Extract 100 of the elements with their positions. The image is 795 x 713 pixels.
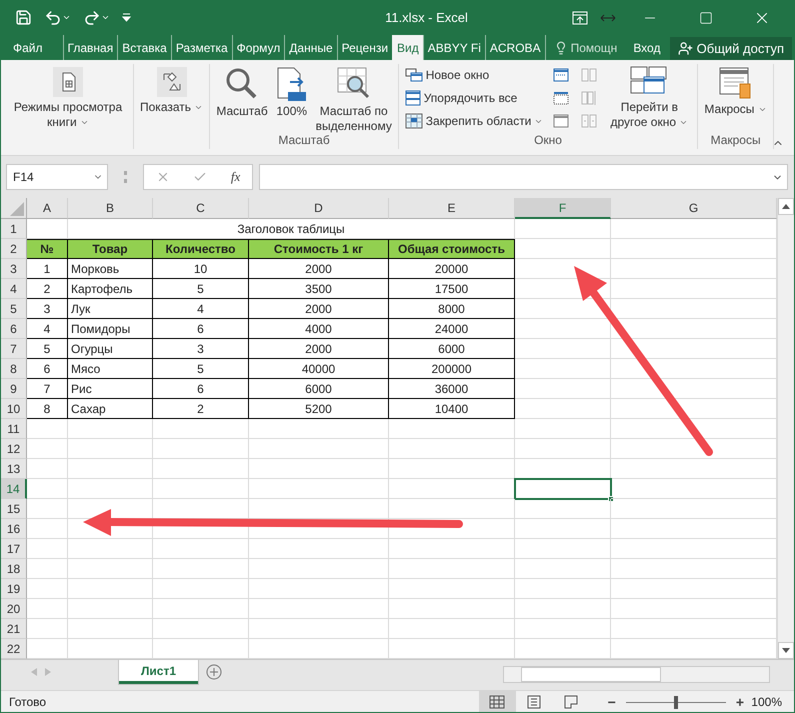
row-header[interactable]: 16 — [1, 519, 27, 539]
grid-cell[interactable] — [68, 599, 153, 619]
row-header[interactable]: 18 — [1, 559, 27, 579]
ribbon-button[interactable]: Перейти в другое окно — [605, 64, 694, 132]
row-header[interactable]: 7 — [1, 339, 27, 359]
sign-in-link[interactable]: Вход — [625, 35, 668, 60]
grid-cell[interactable] — [249, 419, 389, 439]
grid-cell[interactable] — [27, 539, 68, 559]
row-header[interactable]: 20 — [1, 599, 27, 619]
row-header[interactable]: 11 — [1, 419, 27, 439]
insert-function-button[interactable]: fx — [230, 169, 240, 185]
grid-cell[interactable] — [249, 539, 389, 559]
customize-icon[interactable] — [122, 13, 131, 22]
column-header[interactable]: B — [68, 198, 153, 219]
row-header[interactable]: 19 — [1, 579, 27, 599]
grid-cell[interactable] — [68, 479, 153, 499]
grid-cell[interactable] — [249, 439, 389, 459]
grid-cell[interactable] — [515, 539, 611, 559]
grid-cell[interactable] — [153, 459, 249, 479]
row-header[interactable]: 14 — [1, 479, 27, 499]
horizontal-scrollbar[interactable] — [503, 666, 770, 683]
row-header[interactable]: 15 — [1, 499, 27, 519]
row-header[interactable]: 13 — [1, 459, 27, 479]
grid-cell[interactable] — [27, 599, 68, 619]
add-sheet-icon[interactable] — [206, 664, 222, 680]
row-header[interactable]: 10 — [1, 399, 27, 419]
grid-cell[interactable] — [389, 619, 515, 639]
ribbon-button[interactable]: Новое окно — [402, 64, 546, 86]
grid-cell[interactable] — [515, 519, 611, 539]
ribbon-button[interactable]: Режимы просмотра книги — [7, 64, 129, 132]
grid-cell[interactable] — [153, 599, 249, 619]
grid-cell[interactable] — [389, 579, 515, 599]
grid-cell[interactable] — [68, 439, 153, 459]
row-header[interactable]: 8 — [1, 359, 27, 379]
grid-cell[interactable] — [515, 299, 611, 319]
grid-cell[interactable] — [153, 499, 249, 519]
grid-cell[interactable] — [249, 479, 389, 499]
grid-cell[interactable] — [515, 439, 611, 459]
zoom-out-button[interactable]: − — [604, 694, 620, 710]
grid-cell[interactable] — [515, 619, 611, 639]
grid-cell[interactable] — [27, 619, 68, 639]
row-header[interactable]: 2 — [1, 239, 27, 259]
row-header[interactable]: 22 — [1, 639, 27, 659]
row-header[interactable]: 21 — [1, 619, 27, 639]
grid-cell[interactable] — [27, 499, 68, 519]
grid-cell[interactable] — [153, 479, 249, 499]
share-button[interactable]: Общий доступ — [670, 37, 792, 60]
grid-cell[interactable] — [515, 359, 611, 379]
grid-cell[interactable] — [389, 599, 515, 619]
row-header[interactable]: 4 — [1, 279, 27, 299]
name-box[interactable]: F14 — [6, 164, 108, 190]
sheet-tab[interactable]: Лист1 — [119, 660, 198, 684]
grid-cell[interactable] — [27, 419, 68, 439]
grid-cell[interactable] — [249, 559, 389, 579]
column-header[interactable]: E — [389, 198, 515, 219]
grid-cell[interactable] — [249, 519, 389, 539]
column-header[interactable]: C — [153, 198, 249, 219]
ribbon-button[interactable]: 100% — [274, 64, 310, 121]
selected-cell[interactable] — [515, 479, 611, 499]
grid-cell[interactable] — [515, 239, 611, 259]
grid-cell[interactable] — [68, 559, 153, 579]
grid-cell[interactable] — [27, 479, 68, 499]
grid-cell[interactable] — [153, 419, 249, 439]
zoom-in-button[interactable]: + — [732, 694, 748, 710]
grid-cell[interactable] — [389, 539, 515, 559]
row-header[interactable]: 12 — [1, 439, 27, 459]
grid-cell[interactable] — [68, 419, 153, 439]
row-header[interactable]: 6 — [1, 319, 27, 339]
row-header[interactable]: 9 — [1, 379, 27, 399]
grid-cell[interactable] — [249, 599, 389, 619]
row-header[interactable]: 17 — [1, 539, 27, 559]
grid-cell[interactable] — [515, 559, 611, 579]
grid-cell[interactable] — [515, 339, 611, 359]
grid-cell[interactable] — [68, 539, 153, 559]
grid-cell[interactable] — [68, 619, 153, 639]
previous-sheet-icon[interactable] — [31, 668, 37, 676]
grid-cell[interactable] — [389, 439, 515, 459]
grid-cell[interactable] — [515, 579, 611, 599]
grid-cell[interactable] — [153, 539, 249, 559]
grid-cell[interactable] — [249, 499, 389, 519]
grid-cell[interactable] — [389, 459, 515, 479]
grid-cell[interactable] — [153, 559, 249, 579]
column-header[interactable]: G — [611, 198, 777, 219]
grid-cell[interactable] — [389, 499, 515, 519]
ribbon-button[interactable]: Показать — [138, 64, 206, 117]
redo-icon[interactable] — [83, 8, 110, 26]
column-header[interactable]: A — [27, 198, 68, 219]
formula-field[interactable] — [259, 164, 788, 190]
grid-cell[interactable] — [249, 579, 389, 599]
scroll-up-icon[interactable] — [782, 204, 790, 209]
grid-cell[interactable] — [515, 419, 611, 439]
grid-cell[interactable] — [515, 499, 611, 519]
row-header[interactable]: 1 — [1, 219, 27, 239]
row-header[interactable]: 3 — [1, 259, 27, 279]
ribbon-button[interactable]: Упорядочить все — [402, 87, 546, 109]
grid-cell[interactable] — [27, 459, 68, 479]
ribbon-button[interactable]: Масштаб по выделенному — [314, 64, 394, 136]
scroll-down-icon[interactable] — [782, 648, 790, 653]
grid-cell[interactable] — [68, 579, 153, 599]
grid-cell[interactable] — [515, 599, 611, 619]
